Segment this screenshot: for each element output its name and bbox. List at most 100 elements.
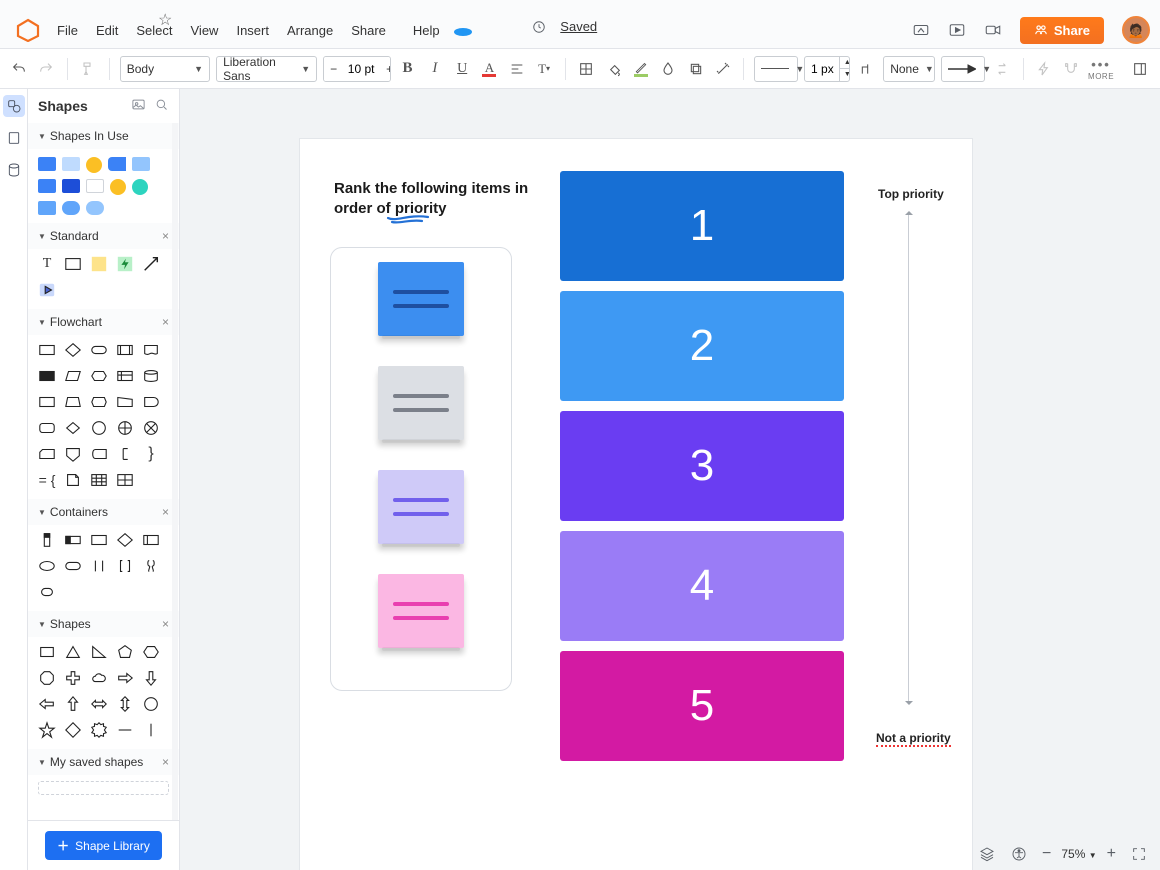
inuse-swatch[interactable] [62,179,80,193]
binoculars-icon[interactable] [491,24,509,42]
shape-bs-arrowLR[interactable] [90,695,108,713]
inuse-swatch[interactable] [38,201,56,215]
shape-bs-rect[interactable] [38,643,56,661]
axis-bottom-label[interactable]: Not a priority [876,731,951,745]
shape-document[interactable] [142,341,160,359]
border-color-button[interactable] [630,57,651,81]
inuse-swatch[interactable] [132,157,150,171]
section-my-saved[interactable]: ▼My saved shapes× [28,749,179,775]
user-avatar[interactable]: 🙍🏾 [1122,16,1150,44]
search-icon[interactable] [154,97,169,115]
shape-card[interactable] [38,445,56,463]
inuse-swatch[interactable] [86,179,104,193]
shape-rect2[interactable] [38,393,56,411]
section-containers[interactable]: ▼Containers× [28,499,179,525]
shape-bs-arrowD[interactable] [142,669,160,687]
shape-bs-oct[interactable] [38,669,56,687]
sticky-note-3[interactable] [378,470,464,544]
line-routing-button[interactable] [856,57,877,81]
accessibility-icon[interactable] [1010,845,1028,863]
shape-brace[interactable]: } [142,445,160,463]
favorite-star-icon[interactable]: ☆ [158,10,172,30]
bold-button[interactable]: B [397,57,418,81]
play-presentation-icon[interactable] [948,21,966,39]
rank-slot-2[interactable]: 2 [560,291,844,401]
panel-toggle-button[interactable] [1128,57,1152,81]
rail-page-tab[interactable] [3,127,25,149]
shape-bs-diamond[interactable] [64,721,82,739]
shape-bs-star[interactable] [38,721,56,739]
inuse-swatch[interactable] [132,179,148,195]
shape-offpage[interactable] [64,445,82,463]
font-size-increase[interactable]: + [380,57,391,81]
shape-cont-4[interactable] [116,531,134,549]
sticky-holder[interactable] [330,247,512,691]
shape-predef[interactable] [116,341,134,359]
shape-equal[interactable]: = { [38,471,56,489]
shape-bs-arrowR[interactable] [116,669,134,687]
text-options-button[interactable]: T▾ [533,57,554,81]
shape-bs-vline[interactable] [142,721,160,739]
shape-table[interactable] [90,471,108,489]
saved-shapes-dropzone[interactable] [38,781,169,795]
menu-share[interactable]: Share [342,19,395,42]
shape-bs-cloud[interactable] [90,669,108,687]
layers-icon[interactable] [978,845,996,863]
close-icon[interactable]: × [162,617,169,631]
shape-arrow[interactable] [142,255,160,273]
shape-text[interactable]: T [38,255,56,273]
menu-insert[interactable]: Insert [227,19,278,42]
shadow-button[interactable] [685,57,706,81]
paragraph-style-select[interactable]: Body▼ [120,56,210,82]
section-standard[interactable]: ▼Standard× [28,223,179,249]
shape-cont-7[interactable] [64,557,82,575]
inuse-swatch[interactable] [108,157,126,171]
sticky-note-1[interactable] [378,262,464,336]
shape-cont-9[interactable] [116,557,134,575]
close-icon[interactable]: × [162,505,169,519]
shape-database[interactable] [142,367,160,385]
menu-arrange[interactable]: Arrange [278,19,342,42]
rank-slot-5[interactable]: 5 [560,651,844,761]
fullscreen-icon[interactable] [1130,845,1148,863]
shape-sum[interactable] [116,419,134,437]
shape-delay[interactable] [142,393,160,411]
image-library-icon[interactable] [131,97,146,115]
magnet-button[interactable] [1061,57,1082,81]
font-size-input[interactable] [342,61,380,77]
shape-process[interactable] [38,341,56,359]
inuse-swatch[interactable] [38,179,56,193]
sticky-note-4[interactable] [378,574,464,648]
canvas-area[interactable]: Rank the following items in order of pri… [180,89,1160,870]
line-width-stepper[interactable]: ▲▼ [804,56,850,82]
format-painter-button[interactable] [78,57,99,81]
shape-decision[interactable] [64,341,82,359]
shape-bs-pent[interactable] [116,643,134,661]
menu-help[interactable]: Help [395,19,481,42]
inuse-swatch[interactable] [38,157,56,171]
menu-edit[interactable]: Edit [87,19,127,42]
shape-bs-plus[interactable] [64,669,82,687]
swap-ends-button[interactable] [991,57,1012,81]
shape-manual[interactable] [116,393,134,411]
line-end-select[interactable]: ▼ [941,56,985,82]
line-style-select[interactable]: ▼ [754,56,798,82]
shape-process-b[interactable] [38,367,56,385]
section-shapes-in-use[interactable]: ▼Shapes In Use [28,123,179,149]
shape-or[interactable] [142,419,160,437]
shape-note2[interactable] [64,471,82,489]
inuse-swatch[interactable] [62,157,80,171]
keyboard-shortcuts-icon[interactable] [912,21,930,39]
rank-slot-3[interactable]: 3 [560,411,844,521]
opacity-button[interactable] [658,57,679,81]
magic-button[interactable] [712,57,733,81]
rail-data-tab[interactable] [3,159,25,181]
text-color-button[interactable]: A [479,57,500,81]
fill-grid-button[interactable] [576,57,597,81]
zoom-in-button[interactable]: + [1107,845,1116,863]
shape-bs-circle[interactable] [142,695,160,713]
menu-file[interactable]: File [48,19,87,42]
video-camera-icon[interactable] [984,21,1002,39]
rank-slot-1[interactable]: 1 [560,171,844,281]
zoom-percent[interactable]: 75% ▼ [1061,847,1096,861]
